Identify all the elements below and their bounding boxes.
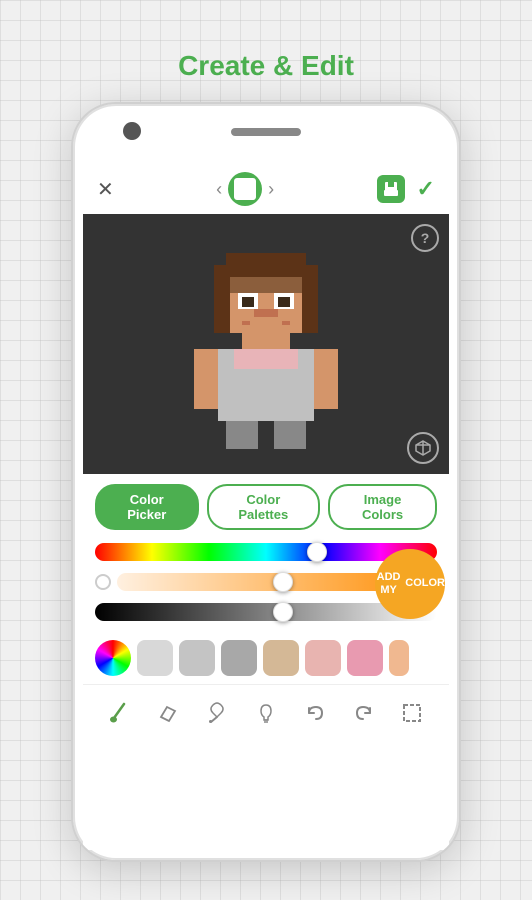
next-arrow-icon[interactable]: › bbox=[268, 179, 274, 200]
swatch-2[interactable] bbox=[221, 640, 257, 676]
swatch-1[interactable] bbox=[179, 640, 215, 676]
undo-tool[interactable] bbox=[297, 695, 333, 731]
swatch-5[interactable] bbox=[347, 640, 383, 676]
phone-frame: ✕ ‹ › ✓ ? bbox=[71, 102, 461, 862]
paintbrush-tool[interactable] bbox=[101, 695, 137, 731]
add-color-line2: COLOR bbox=[405, 577, 445, 590]
saturation-small-circle bbox=[95, 574, 111, 590]
avatar-icon bbox=[234, 178, 256, 200]
phone-speaker bbox=[231, 128, 301, 136]
phone-screen: ✕ ‹ › ✓ ? bbox=[83, 164, 449, 850]
toolbar-right: ✓ bbox=[377, 175, 435, 203]
swatches-row bbox=[83, 632, 449, 684]
save-icon[interactable] bbox=[377, 175, 405, 203]
tab-image-colors[interactable]: Image Colors bbox=[328, 484, 437, 530]
help-button[interactable]: ? bbox=[411, 224, 439, 252]
swatch-3[interactable] bbox=[263, 640, 299, 676]
saturation-slider-thumb[interactable] bbox=[273, 572, 293, 592]
eyedropper-tool[interactable] bbox=[199, 695, 235, 731]
cube-button[interactable] bbox=[407, 432, 439, 464]
toolbar: ✕ ‹ › ✓ bbox=[83, 164, 449, 214]
eraser-tool[interactable] bbox=[150, 695, 186, 731]
swatch-0[interactable] bbox=[137, 640, 173, 676]
tools-row bbox=[83, 684, 449, 741]
tab-color-palettes[interactable]: Color Palettes bbox=[207, 484, 321, 530]
hue-slider-thumb[interactable] bbox=[307, 542, 327, 562]
color-wheel-button[interactable] bbox=[95, 640, 131, 676]
phone-camera bbox=[123, 122, 141, 140]
redo-tool[interactable] bbox=[346, 695, 382, 731]
toolbar-center: ‹ › bbox=[216, 172, 274, 206]
lightbulb-tool[interactable] bbox=[248, 695, 284, 731]
avatar bbox=[228, 172, 262, 206]
swatch-6[interactable] bbox=[389, 640, 409, 676]
canvas-area: ? bbox=[83, 214, 449, 474]
add-color-button[interactable]: ADD MY COLOR bbox=[375, 549, 445, 619]
page-title: Create & Edit bbox=[178, 50, 354, 82]
brightness-slider-thumb[interactable] bbox=[273, 602, 293, 622]
add-color-line1: ADD MY bbox=[375, 571, 402, 597]
character-container bbox=[186, 249, 346, 439]
confirm-button[interactable]: ✓ bbox=[417, 176, 435, 202]
sliders-container: ADD MY COLOR bbox=[83, 536, 449, 632]
swatch-4[interactable] bbox=[305, 640, 341, 676]
close-button[interactable]: ✕ bbox=[97, 177, 114, 202]
tabs-row: Color Picker Color Palettes Image Colors bbox=[83, 474, 449, 536]
select-tool[interactable] bbox=[394, 695, 430, 731]
tab-color-picker[interactable]: Color Picker bbox=[95, 484, 199, 530]
page-title-area: Create & Edit bbox=[178, 0, 354, 102]
prev-arrow-icon[interactable]: ‹ bbox=[216, 179, 222, 200]
